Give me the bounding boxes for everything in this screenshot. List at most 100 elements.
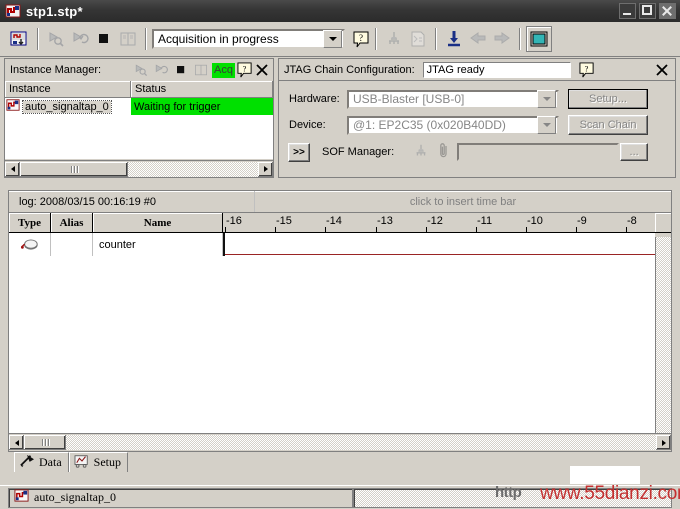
sof-expand-button[interactable]: >>	[288, 142, 310, 162]
instance-manager-panel: Instance Manager: Acq ? Instance Status …	[4, 58, 274, 178]
log-bar: log: 2008/03/15 00:16:19 #0 click to ins…	[9, 191, 671, 213]
device-label: Device:	[289, 119, 326, 131]
ruler-tick	[275, 227, 276, 232]
main-toolbar: Acquisition in progress ?	[0, 22, 680, 57]
im-stop-analysis-icon[interactable]	[172, 61, 190, 79]
ruler-tick-label: -16	[226, 215, 242, 227]
signaltap-icon	[6, 98, 20, 115]
instance-column-header[interactable]: Instance	[5, 81, 131, 98]
time-cursor[interactable]	[223, 233, 225, 256]
help-button[interactable]: ?	[353, 31, 370, 48]
name-column-header[interactable]: Name	[93, 213, 223, 233]
im-autorun-analysis-icon	[152, 61, 170, 79]
signal-name[interactable]: counter	[93, 233, 223, 256]
log-text: log: 2008/03/15 00:16:19 #0	[19, 195, 157, 208]
chevron-down-icon[interactable]	[323, 30, 342, 48]
close-button[interactable]	[659, 3, 676, 19]
minimize-button[interactable]	[619, 3, 636, 19]
scroll-right-button[interactable]	[656, 435, 671, 450]
status-column-header[interactable]: Status	[131, 81, 273, 98]
window-title: stp1.stp*	[26, 3, 83, 19]
tab-data[interactable]: Data	[14, 452, 69, 472]
jtag-close-button[interactable]	[655, 63, 669, 77]
ruler-tick-label: -13	[377, 215, 393, 227]
insert-time-bar-hint[interactable]: click to insert time bar	[255, 196, 671, 208]
sof-browse-button[interactable]: ...	[620, 143, 649, 161]
program-device-icon	[412, 143, 430, 162]
data-tab-icon	[19, 454, 35, 472]
hardware-combo[interactable]: USB-Blaster [USB-0]	[347, 89, 559, 109]
watermark-url: www.55dianzi.com	[540, 483, 680, 504]
chevron-down-icon[interactable]	[537, 90, 556, 108]
tab-setup-label: Setup	[93, 455, 121, 469]
attach-sof-icon	[406, 27, 430, 51]
svg-text:?: ?	[359, 33, 363, 43]
ruler-tick-label: -9	[577, 215, 587, 227]
ruler-tick-label: -11	[477, 215, 493, 227]
waveform-empty-area[interactable]	[9, 259, 655, 433]
view-tabs: Data Setup	[14, 452, 128, 472]
device-value: @1: EP2C35 (0x020B40DD)	[353, 118, 506, 132]
signal-alias[interactable]	[51, 233, 93, 256]
scroll-left-button[interactable]	[9, 435, 24, 450]
status-instance-cell[interactable]: auto_signaltap_0	[8, 487, 353, 508]
device-combo[interactable]: @1: EP2C35 (0x020B40DD)	[347, 115, 559, 135]
maximize-button[interactable]	[639, 3, 656, 19]
open-instance-icon[interactable]	[6, 26, 32, 52]
im-read-data-icon	[192, 61, 210, 79]
signal-grid-header: Type Alias Name -16 -15 -14 -13 -12 -11 -10 -9-…	[9, 213, 671, 233]
window-controls	[619, 3, 676, 19]
instance-hscrollbar[interactable]	[5, 160, 273, 177]
signal-node-icon	[9, 233, 51, 256]
alias-column-header[interactable]: Alias	[51, 213, 93, 233]
instance-list: auto_signaltap_0 Waiting for trigger	[5, 98, 273, 159]
hardware-row: Hardware: USB-Blaster [USB-0] Setup...	[279, 88, 675, 110]
scroll-thumb[interactable]	[20, 161, 128, 177]
signal-waveform-track[interactable]	[223, 233, 655, 256]
svg-text:?: ?	[243, 63, 247, 73]
waveform-vscrollbar[interactable]	[655, 237, 671, 433]
attach-file-icon	[439, 142, 449, 162]
tab-setup[interactable]: Setup	[68, 452, 128, 472]
scan-chain-button[interactable]: Scan Chain	[568, 115, 648, 135]
sof-manager-label: SOF Manager:	[322, 146, 395, 158]
time-ruler[interactable]: -16 -15 -14 -13 -12 -11 -10 -9 -8	[223, 213, 655, 233]
hardware-label: Hardware:	[289, 93, 340, 105]
scroll-track[interactable]	[66, 435, 656, 450]
ruler-tick	[325, 227, 326, 232]
download-icon[interactable]	[442, 27, 466, 51]
table-row[interactable]: auto_signaltap_0 Waiting for trigger	[5, 98, 273, 115]
stop-analysis-icon[interactable]	[92, 27, 116, 51]
ruler-tick-label: -10	[527, 215, 543, 227]
scroll-thumb[interactable]	[24, 435, 66, 450]
run-analysis-icon	[44, 27, 68, 51]
status-instance-label: auto_signaltap_0	[34, 490, 116, 504]
signal-row-counter[interactable]: counter	[9, 233, 671, 256]
hardware-value: USB-Blaster [USB-0]	[353, 92, 465, 106]
ruler-tick	[476, 227, 477, 232]
setup-button[interactable]: Setup...	[568, 89, 648, 109]
scroll-left-button[interactable]	[5, 161, 20, 177]
instance-name[interactable]: auto_signaltap_0	[22, 99, 112, 114]
waveform-hscrollbar[interactable]	[9, 433, 671, 451]
chevron-down-icon[interactable]	[537, 116, 556, 134]
scroll-right-button[interactable]	[258, 161, 273, 177]
instance-manager-close-button[interactable]	[255, 63, 269, 77]
scroll-track[interactable]	[128, 161, 258, 177]
status-combo[interactable]: Acquisition in progress	[152, 29, 345, 49]
ruler-tick-label: -8	[627, 215, 637, 227]
jtag-chain-panel: JTAG Chain Configuration: JTAG ready ? H…	[278, 58, 676, 178]
setup-tab-icon	[74, 454, 90, 472]
device-row: Device: @1: EP2C35 (0x020B40DD) Scan Cha…	[279, 114, 675, 136]
view-window-icon[interactable]	[526, 26, 552, 52]
jtag-help-button[interactable]: ?	[579, 61, 595, 78]
sof-file-field[interactable]	[457, 143, 620, 161]
type-column-header[interactable]: Type	[9, 213, 51, 233]
jtag-title: JTAG Chain Configuration:	[284, 63, 415, 76]
program-device-icon	[382, 27, 406, 51]
instance-manager-help-button[interactable]: ?	[237, 62, 253, 78]
watermark-prefix: http	[495, 484, 522, 501]
ruler-tick	[626, 227, 627, 232]
ruler-tick-label: -12	[427, 215, 443, 227]
jtag-state-field[interactable]: JTAG ready	[422, 61, 571, 78]
